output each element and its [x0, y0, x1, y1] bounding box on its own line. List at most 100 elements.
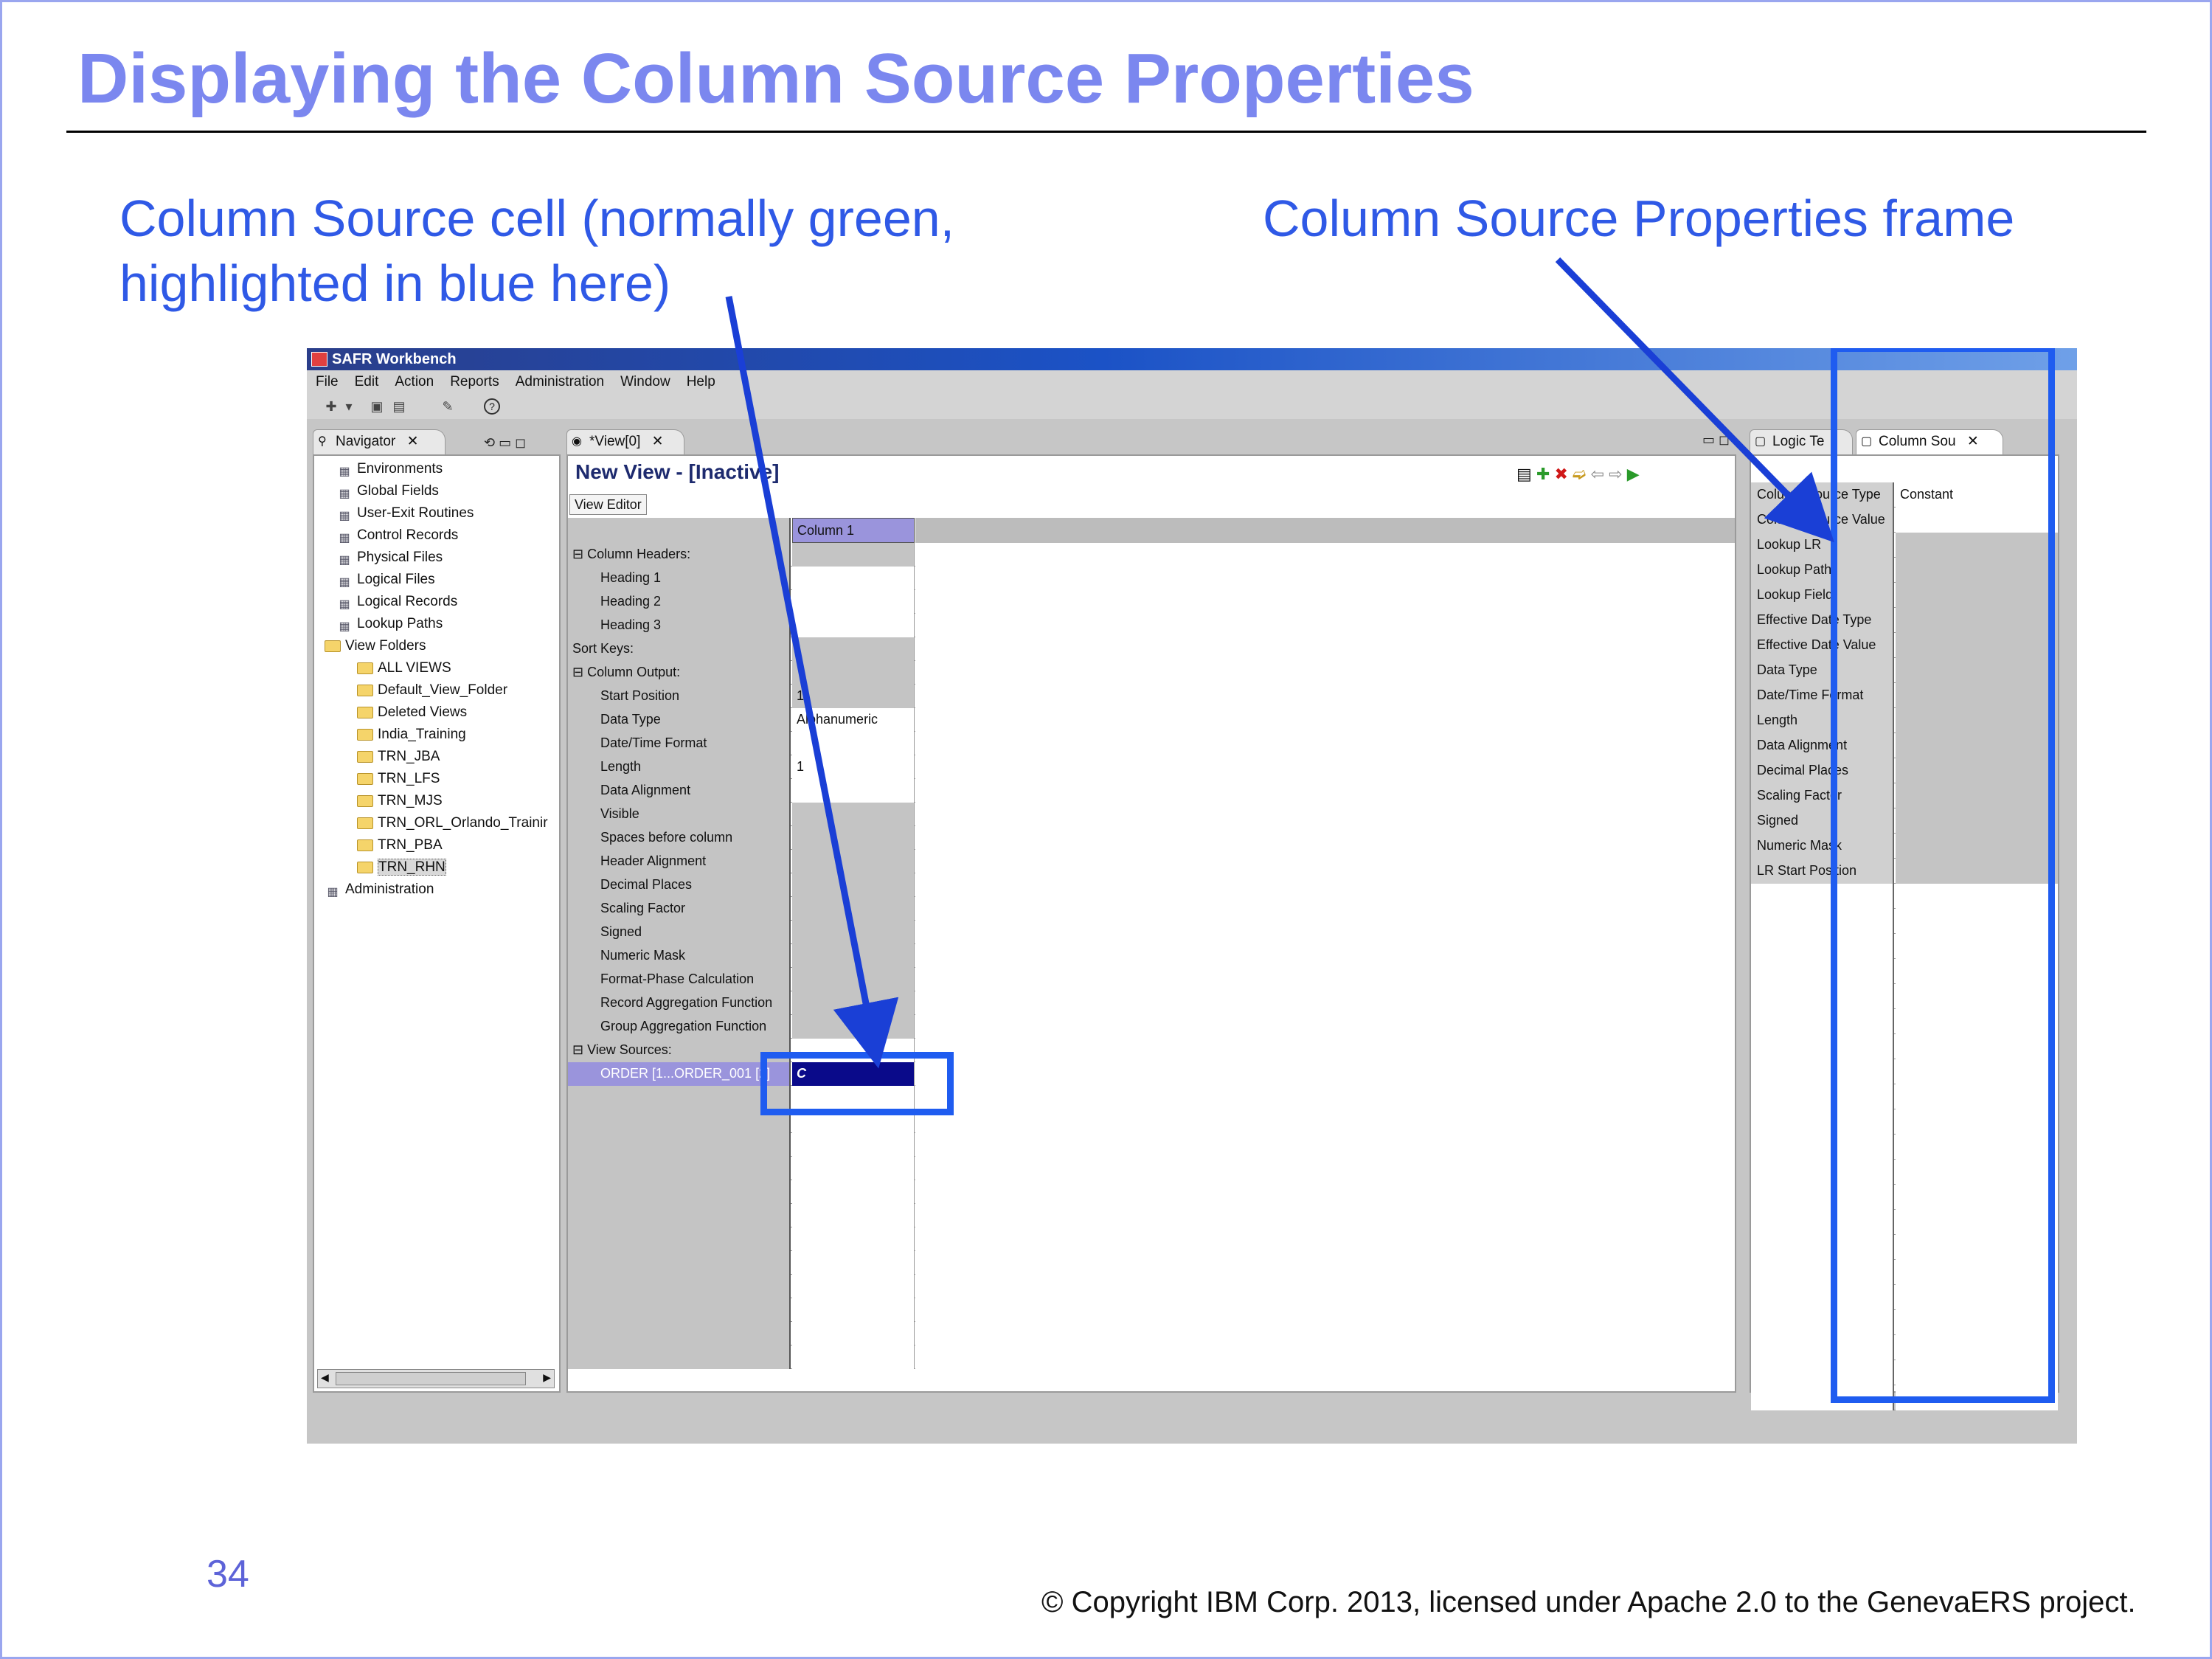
column-1-cell[interactable]: [792, 567, 915, 590]
save-icon[interactable]: ▣: [369, 398, 385, 415]
table-row[interactable]: [568, 1322, 1735, 1345]
table-row[interactable]: Decimal Places: [568, 873, 1735, 897]
pin-icon[interactable]: ✎: [440, 398, 456, 415]
menu-item-window[interactable]: Window: [620, 370, 670, 394]
scroll-right-icon[interactable]: ▶: [543, 1371, 551, 1384]
tree-item[interactable]: TRN_LFS: [357, 769, 440, 789]
navigator-minmax-icons[interactable]: ⟲ ▭ ◻: [484, 435, 526, 450]
column-1-cell[interactable]: [792, 614, 915, 637]
tree-item[interactable]: TRN_MJS: [357, 791, 443, 811]
column-1-cell[interactable]: [792, 968, 915, 991]
tree-item[interactable]: ▦ Lookup Paths: [336, 614, 443, 634]
table-row[interactable]: Date/Time Format: [568, 732, 1735, 755]
table-row[interactable]: [568, 1109, 1735, 1133]
column-1-cell[interactable]: [792, 661, 915, 685]
save-all-icon[interactable]: ▤: [391, 398, 407, 415]
column-1-cell[interactable]: [792, 873, 915, 897]
move-left-icon[interactable]: ⇦: [1591, 465, 1604, 483]
menu-item-edit[interactable]: Edit: [355, 370, 379, 394]
column-1-cell[interactable]: [792, 850, 915, 873]
column-1-cell[interactable]: [792, 1015, 915, 1039]
table-row[interactable]: Heading 1: [568, 567, 1735, 590]
table-row[interactable]: [568, 1298, 1735, 1322]
column-1-cell[interactable]: [792, 590, 915, 614]
table-row[interactable]: Group Aggregation Function: [568, 1015, 1735, 1039]
column-1-cell[interactable]: [792, 543, 915, 567]
column-1-cell[interactable]: 1: [792, 755, 915, 779]
view-editor-tab[interactable]: ◉ *View[0] ✕: [566, 429, 684, 454]
delete-icon[interactable]: ✖: [1554, 465, 1567, 483]
table-row[interactable]: Heading 2: [568, 590, 1735, 614]
tree-item[interactable]: Deleted Views: [357, 702, 467, 723]
table-row[interactable]: Start Position 1: [568, 685, 1735, 708]
navigator-tab[interactable]: ⚲ Navigator ✕: [313, 429, 445, 454]
tree-item[interactable]: Default_View_Folder: [357, 680, 507, 701]
scroll-left-icon[interactable]: ◀: [321, 1371, 329, 1384]
tree-item[interactable]: ▦ Administration: [325, 879, 434, 900]
view-editor-subtab[interactable]: View Editor: [569, 494, 647, 515]
table-row[interactable]: ⊟ Column Headers:: [568, 543, 1735, 567]
table-row[interactable]: [568, 1133, 1735, 1157]
tree-item[interactable]: TRN_ORL_Orlando_Trainir: [357, 813, 548, 834]
table-row[interactable]: Data Type Alphanumeric: [568, 708, 1735, 732]
close-icon[interactable]: ✕: [652, 434, 664, 449]
table-row[interactable]: Signed: [568, 921, 1735, 944]
column-1-cell[interactable]: [792, 803, 915, 826]
column-1-cell[interactable]: Alphanumeric: [792, 708, 915, 732]
column-1-cell[interactable]: [792, 637, 915, 661]
close-icon[interactable]: ✕: [407, 434, 419, 449]
tree-item[interactable]: ▦ Logical Records: [336, 592, 457, 612]
activate-icon[interactable]: ▶: [1627, 465, 1640, 483]
tree-item[interactable]: India_Training: [357, 724, 466, 745]
column-1-cell[interactable]: [792, 897, 915, 921]
dropdown-arrow-icon[interactable]: ▾: [344, 398, 354, 415]
tree-item[interactable]: TRN_RHN: [357, 857, 446, 878]
table-row[interactable]: [568, 1251, 1735, 1275]
column-1-cell[interactable]: [792, 921, 915, 944]
table-row[interactable]: Header Alignment: [568, 850, 1735, 873]
table-row[interactable]: Sort Keys:: [568, 637, 1735, 661]
tree-item[interactable]: ▦ Global Fields: [336, 481, 438, 502]
column-1-cell[interactable]: 1: [792, 685, 915, 708]
table-row[interactable]: Record Aggregation Function: [568, 991, 1735, 1015]
table-row[interactable]: [568, 1275, 1735, 1298]
table-row[interactable]: ORDER [1...ORDER_001 [2] C: [568, 1062, 1735, 1086]
menu-item-administration[interactable]: Administration: [516, 370, 604, 394]
menu-item-file[interactable]: File: [316, 370, 339, 394]
tree-item[interactable]: ▦ Logical Files: [336, 569, 434, 590]
menu-item-reports[interactable]: Reports: [450, 370, 499, 394]
table-row[interactable]: [568, 1180, 1735, 1204]
tree-item[interactable]: TRN_JBA: [357, 747, 440, 767]
table-row[interactable]: Format-Phase Calculation: [568, 968, 1735, 991]
table-row[interactable]: Heading 3: [568, 614, 1735, 637]
table-row[interactable]: ⊟ View Sources:: [568, 1039, 1735, 1062]
tree-item[interactable]: ▦ Control Records: [336, 525, 458, 546]
table-row[interactable]: Spaces before column: [568, 826, 1735, 850]
new-icon[interactable]: ✚: [323, 398, 339, 415]
table-row[interactable]: Visible: [568, 803, 1735, 826]
tree-item[interactable]: TRN_PBA: [357, 835, 443, 856]
table-row[interactable]: Scaling Factor: [568, 897, 1735, 921]
table-row[interactable]: Numeric Mask: [568, 944, 1735, 968]
tree-item[interactable]: View Folders: [325, 636, 426, 657]
table-row[interactable]: Data Alignment: [568, 779, 1735, 803]
navigator-scrollbar[interactable]: ◀ ▶: [317, 1369, 555, 1388]
tree-item[interactable]: ▦ User-Exit Routines: [336, 503, 474, 524]
column-1-cell[interactable]: [792, 779, 915, 803]
table-row[interactable]: [568, 1086, 1735, 1109]
column-1-cell[interactable]: [792, 732, 915, 755]
menu-item-action[interactable]: Action: [395, 370, 434, 394]
editor-minmax-icons[interactable]: ▭ ◻: [1702, 432, 1730, 447]
tree-item[interactable]: ALL VIEWS: [357, 658, 451, 679]
scroll-thumb[interactable]: [336, 1372, 526, 1385]
table-row[interactable]: [568, 1204, 1735, 1227]
table-row[interactable]: ⊟ Column Output:: [568, 661, 1735, 685]
move-right-icon[interactable]: ⇨: [1609, 465, 1622, 483]
tree-item[interactable]: ▦ Physical Files: [336, 547, 443, 568]
column-1-header[interactable]: Column 1: [792, 518, 915, 543]
add-icon[interactable]: ✚: [1536, 465, 1550, 483]
table-row[interactable]: [568, 1157, 1735, 1180]
help-icon[interactable]: ?: [484, 398, 500, 415]
table-row[interactable]: Length 1: [568, 755, 1735, 779]
table-row[interactable]: [568, 1345, 1735, 1369]
